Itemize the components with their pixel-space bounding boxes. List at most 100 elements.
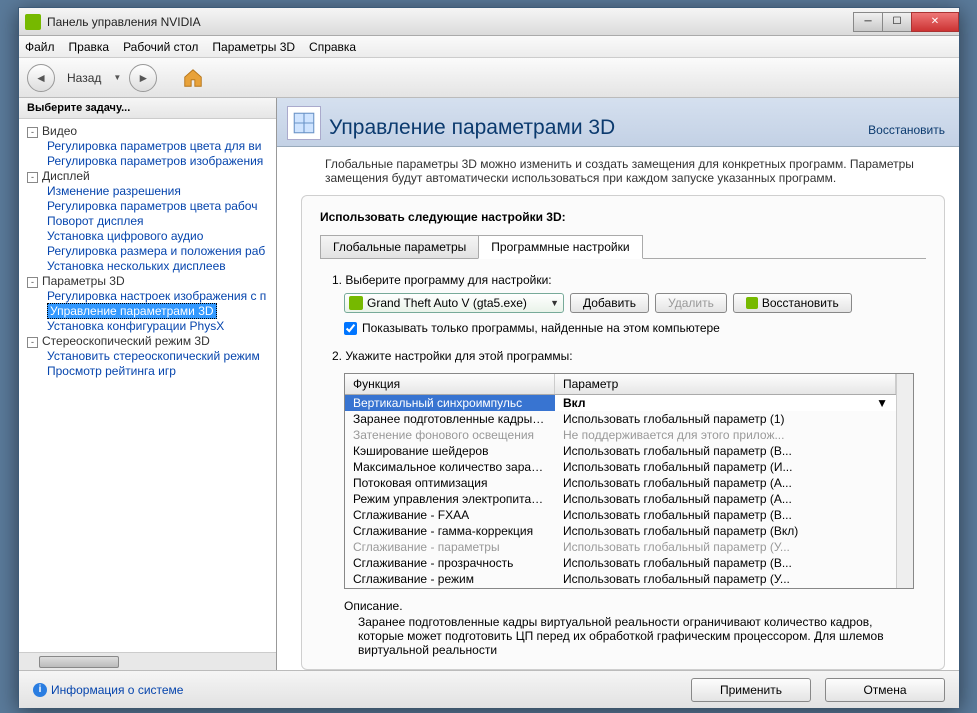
add-button[interactable]: Добавить — [570, 293, 649, 313]
tree-toggle[interactable]: - — [27, 277, 38, 288]
sidebar-title: Выберите задачу... — [19, 98, 276, 119]
tree-link[interactable]: Установка конфигурации PhysX — [47, 319, 224, 333]
main-panel: Управление параметрами 3D Восстановить Г… — [277, 98, 959, 670]
grid-row[interactable]: Кэширование шейдеровИспользовать глобаль… — [345, 443, 896, 459]
tree-toggle[interactable]: - — [27, 172, 38, 183]
cell-parameter: Использовать глобальный параметр (И... — [555, 459, 896, 475]
cancel-button[interactable]: Отмена — [825, 678, 945, 702]
menu-edit[interactable]: Правка — [69, 40, 110, 54]
grid-row[interactable]: Сглаживание - FXAAИспользовать глобальны… — [345, 507, 896, 523]
tree-link[interactable]: Просмотр рейтинга игр — [47, 364, 176, 378]
menu-params3d[interactable]: Параметры 3D — [212, 40, 295, 54]
tree-link[interactable]: Регулировка параметров цвета для ви — [47, 139, 261, 153]
cell-parameter: Использовать глобальный параметр (В... — [555, 555, 896, 571]
cell-parameter: Использовать глобальный параметр (А... — [555, 475, 896, 491]
tab-global[interactable]: Глобальные параметры — [320, 235, 479, 259]
tree-group-video[interactable]: Видео — [42, 124, 77, 138]
horizontal-scrollbar[interactable] — [19, 652, 276, 670]
grid-row[interactable]: Тройная буферизацияВкл — [345, 587, 896, 588]
grid-row-disabled: Затенение фонового освещенияНе поддержив… — [345, 427, 896, 443]
minimize-button[interactable]: ─ — [853, 12, 883, 32]
step2-label: 2. Укажите настройки для этой программы: — [332, 349, 926, 363]
tree-toggle[interactable]: - — [27, 127, 38, 138]
cell-parameter-dropdown[interactable]: Вкл▼ — [555, 395, 896, 411]
grid-row[interactable]: Потоковая оптимизацияИспользовать глобал… — [345, 475, 896, 491]
cell-function: Кэширование шейдеров — [345, 443, 555, 459]
tree-link[interactable]: Установка цифрового аудио — [47, 229, 203, 243]
system-info-label: Информация о системе — [51, 683, 183, 697]
tree-link[interactable]: Установить стереоскопический режим — [47, 349, 260, 363]
restore-button-label: Восстановить — [762, 296, 839, 310]
menubar: Файл Правка Рабочий стол Параметры 3D Сп… — [19, 36, 959, 58]
system-info-link[interactable]: i Информация о системе — [33, 683, 183, 697]
vertical-scrollbar[interactable] — [896, 374, 913, 588]
grid-row-selected[interactable]: Вертикальный синхроимпульс Вкл▼ — [345, 395, 896, 411]
tab-program[interactable]: Программные настройки — [478, 235, 642, 259]
chevron-down-icon: ▼ — [876, 396, 888, 410]
app-window: Панель управления NVIDIA ─ ☐ ✕ Файл Прав… — [18, 7, 960, 707]
description-text: Заранее подготовленные кадры виртуальной… — [344, 615, 914, 657]
grid-row[interactable]: Максимальное количество заранее под...Ис… — [345, 459, 896, 475]
tree-link[interactable]: Регулировка параметров цвета рабоч — [47, 199, 257, 213]
cell-function: Режим управления электропитанием — [345, 491, 555, 507]
back-button[interactable]: ◄ — [27, 64, 55, 92]
grid-row[interactable]: Заранее подготовленные кадры вирту...Исп… — [345, 411, 896, 427]
page-header: Управление параметрами 3D Восстановить — [277, 98, 959, 147]
forward-button[interactable]: ► — [129, 64, 157, 92]
tree-group-display[interactable]: Дисплей — [42, 169, 90, 183]
grid-row[interactable]: Сглаживание - прозрачностьИспользовать г… — [345, 555, 896, 571]
apply-button[interactable]: Применить — [691, 678, 811, 702]
cell-function: Затенение фонового освещения — [345, 427, 555, 443]
info-icon: i — [33, 683, 47, 697]
nvidia-icon — [746, 297, 758, 309]
grid-row[interactable]: Сглаживание - гамма-коррекцияИспользоват… — [345, 523, 896, 539]
task-sidebar: Выберите задачу... -Видео Регулировка па… — [19, 98, 277, 670]
panel-title: Использовать следующие настройки 3D: — [320, 210, 926, 224]
restore-defaults-link[interactable]: Восстановить — [868, 123, 945, 137]
settings-panel: Использовать следующие настройки 3D: Гло… — [301, 195, 945, 670]
tree-link[interactable]: Изменение разрешения — [47, 184, 181, 198]
cell-parameter: Использовать глобальный параметр (У... — [555, 571, 896, 587]
program-select[interactable]: Grand Theft Auto V (gta5.exe) ▼ — [344, 293, 564, 313]
cell-function: Сглаживание - параметры — [345, 539, 555, 555]
titlebar[interactable]: Панель управления NVIDIA ─ ☐ ✕ — [19, 8, 959, 36]
back-history-arrow[interactable]: ▼ — [113, 73, 121, 82]
program-select-value: Grand Theft Auto V (gta5.exe) — [367, 296, 550, 310]
grid-row[interactable]: Режим управления электропитаниемИспользо… — [345, 491, 896, 507]
tree-link[interactable]: Регулировка настроек изображения с п — [47, 289, 266, 303]
tree-toggle[interactable]: - — [27, 337, 38, 348]
grid-row[interactable]: Сглаживание - режимИспользовать глобальн… — [345, 571, 896, 587]
column-parameter[interactable]: Параметр — [555, 374, 896, 394]
home-button[interactable] — [179, 64, 207, 92]
tree-link[interactable]: Регулировка параметров изображения — [47, 154, 263, 168]
show-found-only-checkbox[interactable] — [344, 322, 357, 335]
program-icon — [349, 296, 363, 310]
cell-function: Вертикальный синхроимпульс — [345, 395, 555, 411]
tree-group-3d[interactable]: Параметры 3D — [42, 274, 125, 288]
cell-function: Тройная буферизация — [345, 587, 555, 588]
task-tree[interactable]: -Видео Регулировка параметров цвета для … — [19, 119, 276, 652]
cell-parameter: Использовать глобальный параметр (1) — [555, 411, 896, 427]
cell-parameter: Использовать глобальный параметр (В... — [555, 443, 896, 459]
tree-link[interactable]: Регулировка размера и положения раб — [47, 244, 265, 258]
tree-link[interactable]: Установка нескольких дисплеев — [47, 259, 226, 273]
cell-parameter: Использовать глобальный параметр (В... — [555, 507, 896, 523]
cell-parameter: Использовать глобальный параметр (У... — [555, 539, 896, 555]
menu-help[interactable]: Справка — [309, 40, 356, 54]
tree-link-selected[interactable]: Управление параметрами 3D — [47, 303, 217, 319]
description-block: Описание. Заранее подготовленные кадры в… — [344, 599, 914, 657]
restore-button[interactable]: Восстановить — [733, 293, 852, 313]
scrollbar-thumb[interactable] — [39, 656, 119, 668]
cell-parameter: Вкл — [555, 587, 896, 588]
footer: i Информация о системе Применить Отмена — [19, 670, 959, 708]
chevron-down-icon: ▼ — [550, 298, 559, 308]
tabs: Глобальные параметры Программные настрой… — [320, 234, 926, 259]
close-button[interactable]: ✕ — [911, 12, 959, 32]
tree-link[interactable]: Поворот дисплея — [47, 214, 144, 228]
maximize-button[interactable]: ☐ — [882, 12, 912, 32]
menu-desktop[interactable]: Рабочий стол — [123, 40, 198, 54]
tree-group-stereo[interactable]: Стереоскопический режим 3D — [42, 334, 210, 348]
column-function[interactable]: Функция — [345, 374, 555, 394]
menu-file[interactable]: Файл — [25, 40, 55, 54]
cell-parameter: Не поддерживается для этого прилож... — [555, 427, 896, 443]
